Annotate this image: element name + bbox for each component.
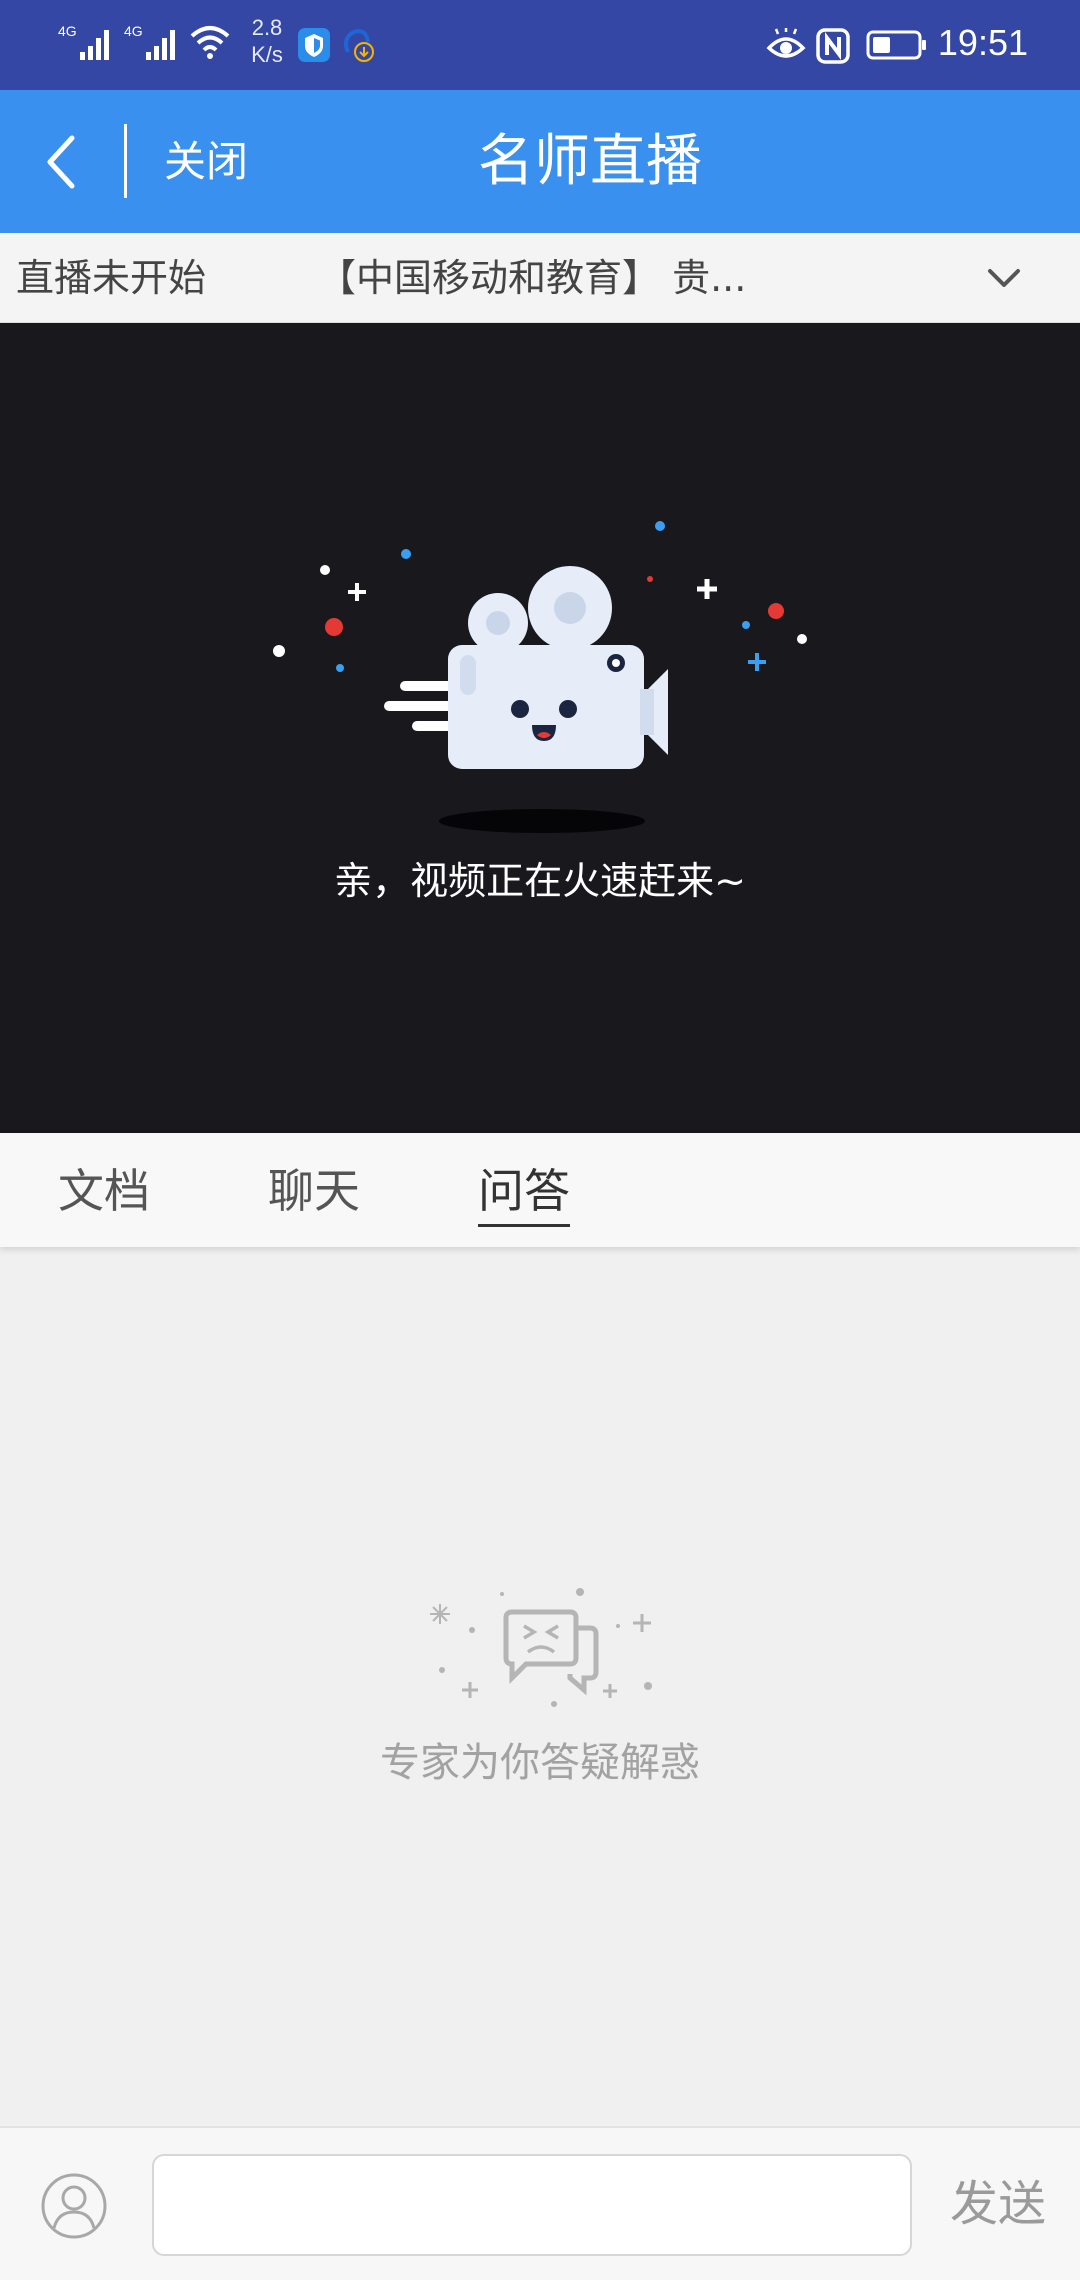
- battery-icon: [866, 30, 926, 60]
- video-loading-message: 亲，视频正在火速赶来~: [334, 859, 746, 903]
- nfc-icon: [816, 28, 850, 64]
- svg-text:4G: 4G: [124, 23, 143, 39]
- course-title: 【中国移动和教育】 贵...: [318, 256, 747, 300]
- svg-text:4G: 4G: [58, 23, 77, 39]
- network-speed: 2.8 K/s: [251, 15, 283, 67]
- question-input[interactable]: [152, 2154, 912, 2256]
- video-player[interactable]: 亲，视频正在火速赶来~: [0, 323, 1080, 1133]
- tab-documents[interactable]: 文档: [58, 1161, 150, 1221]
- user-avatar-icon[interactable]: [40, 2172, 108, 2240]
- live-info-bar[interactable]: 直播未开始 【中国移动和教育】 贵...: [0, 233, 1080, 323]
- message-input-bar: 发送: [0, 2126, 1080, 2280]
- tab-chat[interactable]: 聊天: [268, 1161, 360, 1221]
- video-camera-illustration: [273, 521, 807, 833]
- eye-comfort-icon: [766, 28, 806, 58]
- clock: 19:51: [937, 22, 1028, 63]
- empty-qa-icon: [430, 1588, 652, 1707]
- tab-qa[interactable]: 问答: [478, 1161, 570, 1227]
- live-status: 直播未开始: [16, 256, 207, 300]
- shield-app-icon: [298, 28, 330, 62]
- signal-icon: 4G: [58, 23, 109, 60]
- empty-state-text: 专家为你答疑解惑: [380, 1740, 700, 1786]
- tab-bar: 文档 聊天 问答: [0, 1133, 1080, 1247]
- chevron-down-icon[interactable]: [986, 266, 1022, 290]
- wifi-icon: [190, 26, 230, 59]
- signal-icon: 4G: [124, 23, 175, 60]
- send-button[interactable]: 发送: [950, 2172, 1046, 2236]
- nav-bar: 关闭 名师直播: [0, 90, 1080, 233]
- page-title: 名师直播: [478, 129, 702, 194]
- download-app-icon: [344, 29, 374, 62]
- status-bar: 4G 4G 2.8 K/s 19:51: [0, 0, 1080, 90]
